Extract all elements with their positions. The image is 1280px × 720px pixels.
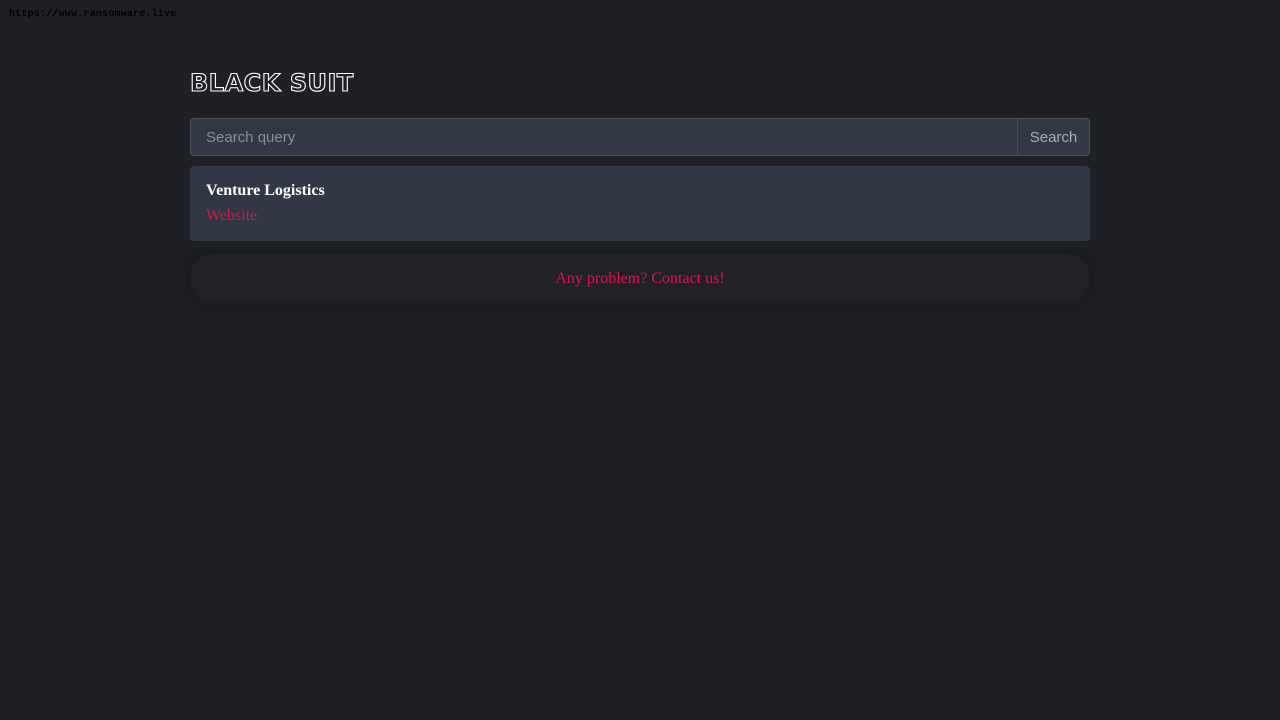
result-card: Venture Logistics Website — [190, 166, 1090, 241]
search-button[interactable]: Search — [1017, 118, 1090, 156]
result-website-link[interactable]: Website — [206, 206, 257, 226]
contact-link[interactable]: Any problem? Contact us! — [555, 269, 724, 289]
footer: Any problem? Contact us! — [190, 253, 1090, 303]
search-input[interactable] — [190, 118, 1017, 156]
site-logo[interactable]: BLACK SUIT — [189, 68, 353, 97]
search-form: Search — [190, 118, 1090, 156]
result-title: Venture Logistics — [206, 182, 325, 199]
watermark-url: https://www.ransomware.live — [9, 9, 177, 20]
